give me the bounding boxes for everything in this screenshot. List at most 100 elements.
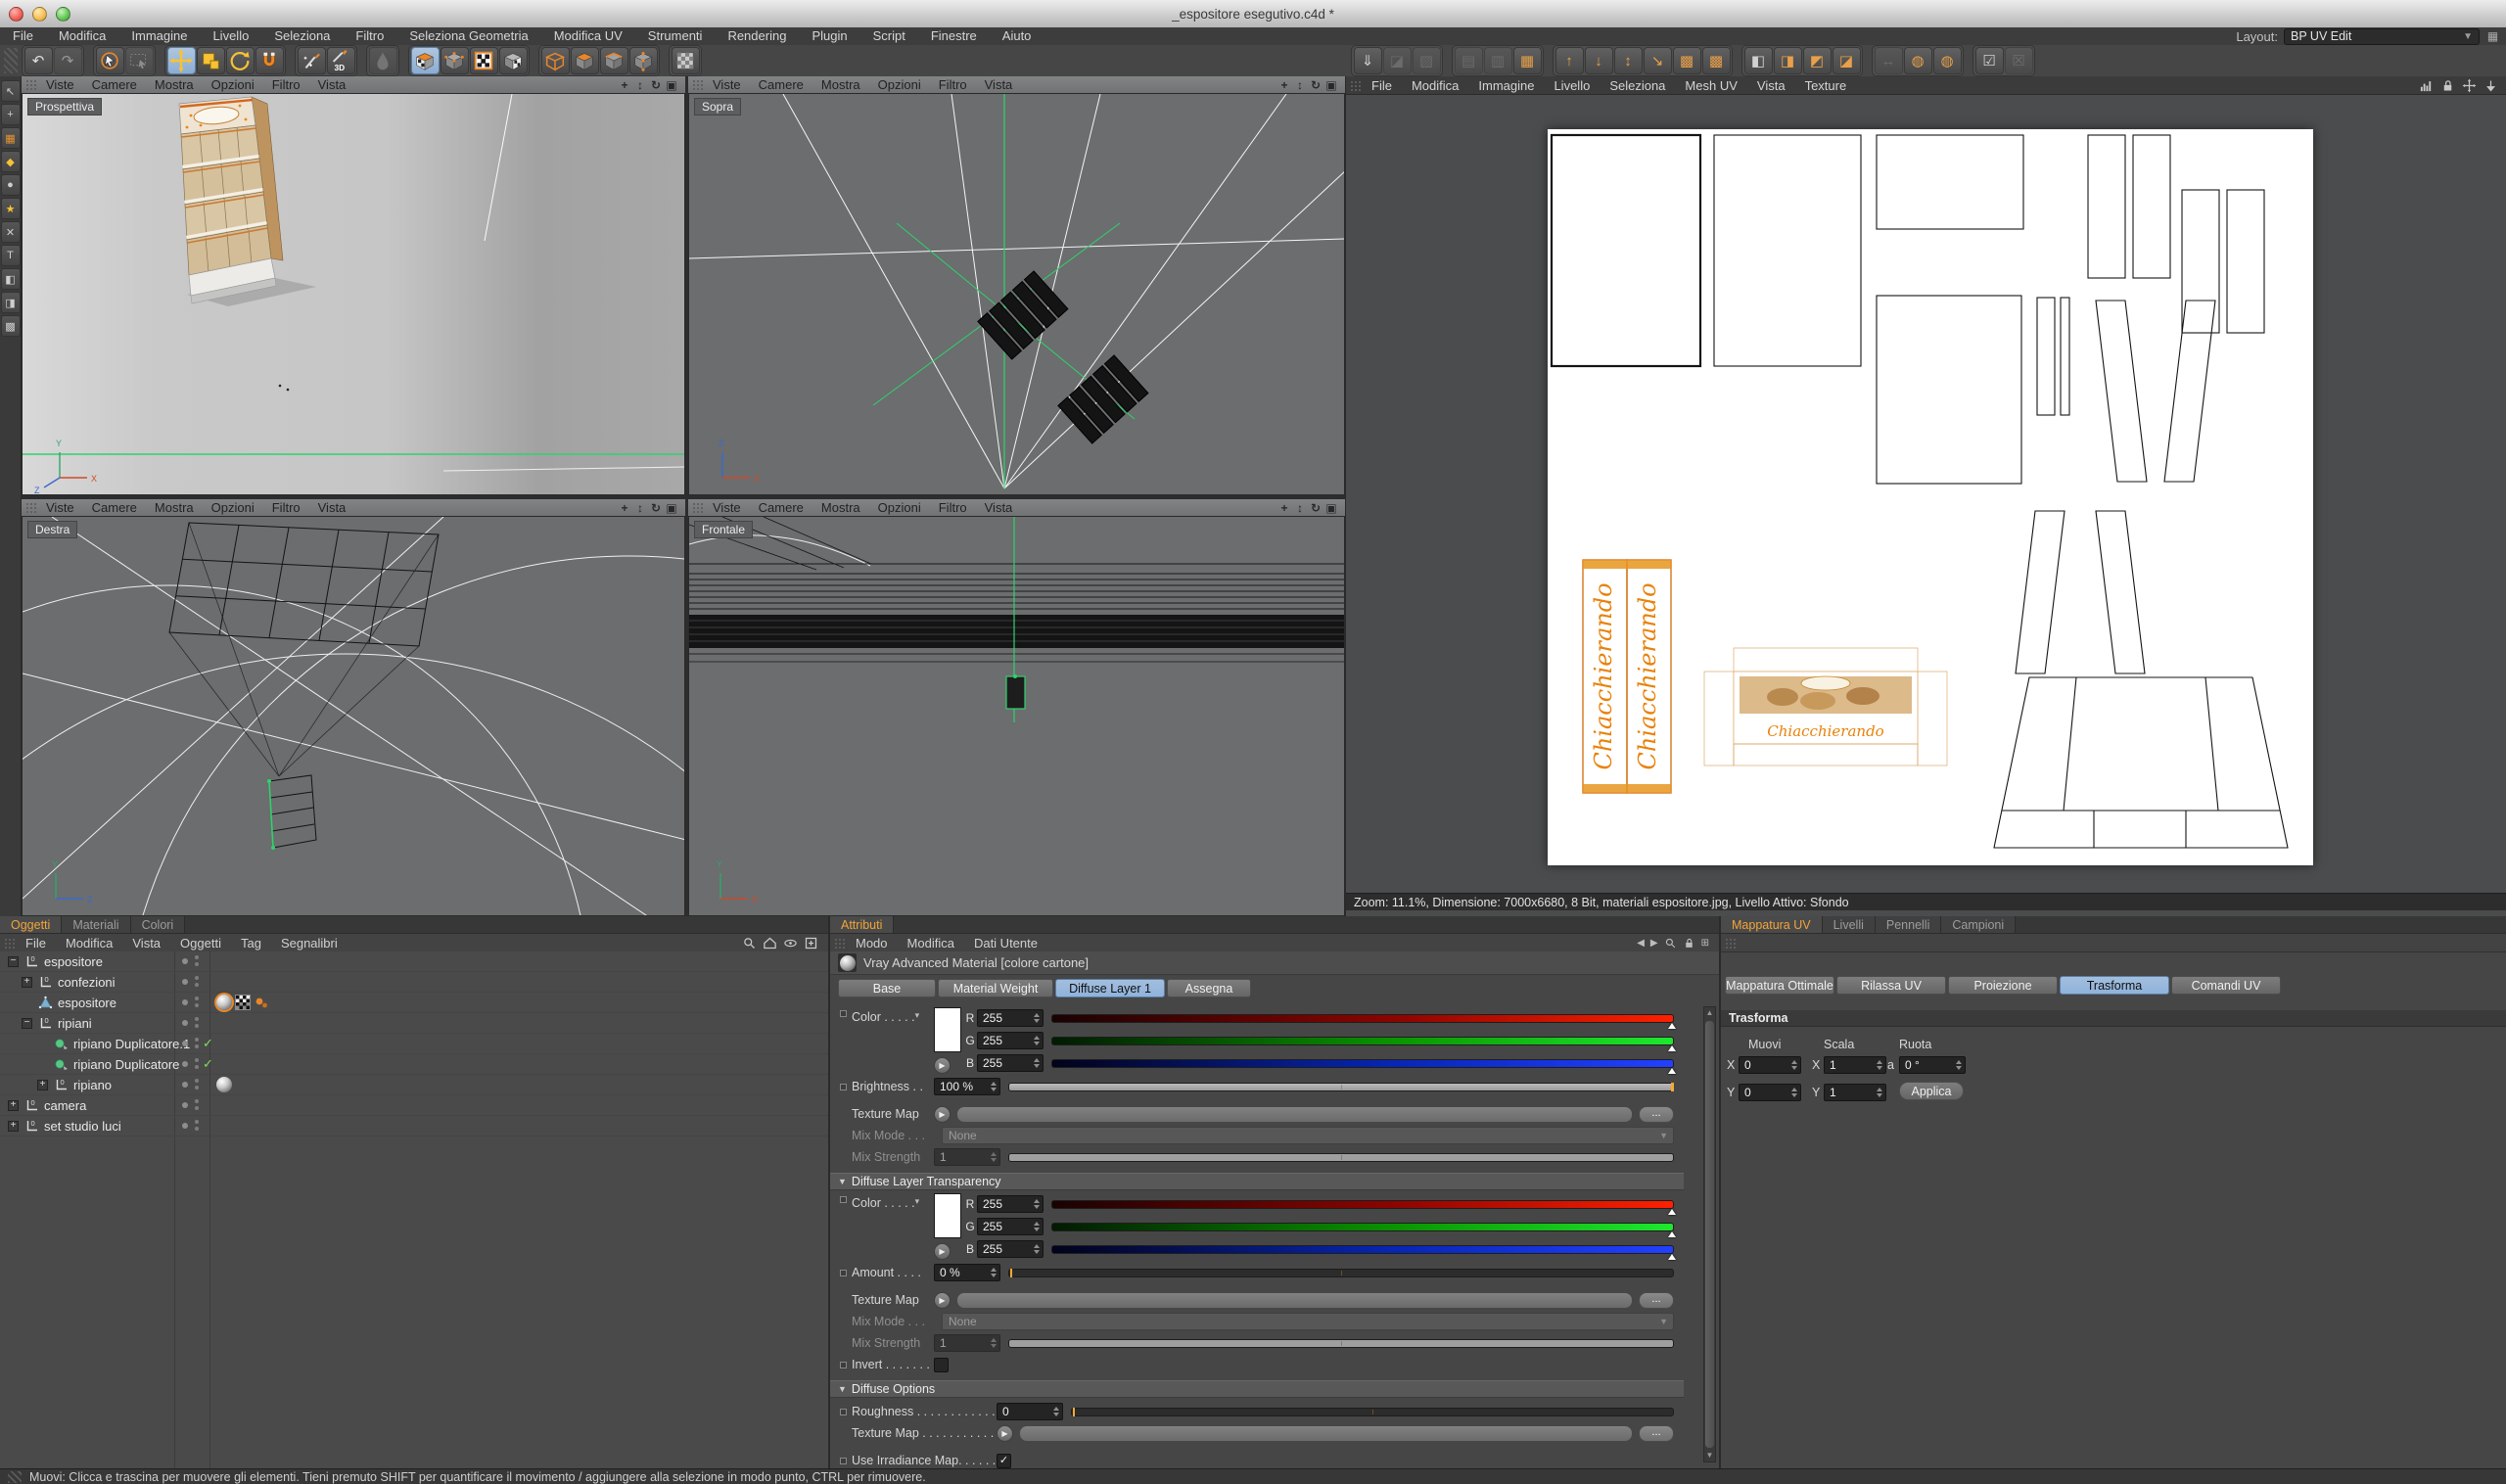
dock-down-arrow-icon[interactable] <box>2483 78 2498 93</box>
panel-drag-handle[interactable] <box>1725 938 1737 949</box>
expand-arrow-button[interactable]: ▶ <box>997 1425 1013 1442</box>
editor-visibility-dot[interactable] <box>182 979 188 985</box>
vp-menu-viste[interactable]: Viste <box>704 77 750 92</box>
uv-point-cube-icon[interactable] <box>441 47 469 74</box>
pattern-tool-icon[interactable]: ▩ <box>1 315 21 337</box>
b-slider[interactable] <box>1051 1059 1674 1068</box>
brightness-slider[interactable] <box>1008 1083 1674 1091</box>
tab-diffuse-layer-1[interactable]: Diffuse Layer 1 <box>1055 979 1165 997</box>
vp-menu-opzioni[interactable]: Opzioni <box>869 77 930 92</box>
uv-rows-icon[interactable]: ▤ <box>1455 47 1483 74</box>
ruota-field[interactable] <box>1899 1056 1966 1074</box>
tab-campioni[interactable]: Campioni <box>1941 916 2016 933</box>
tab-materiali[interactable]: Materiali <box>62 916 130 933</box>
g-slider[interactable] <box>1051 1037 1674 1045</box>
pan-view-icon[interactable]: + <box>1276 78 1292 92</box>
spinner-icon[interactable] <box>1034 1222 1040 1231</box>
zoom-view-icon[interactable]: ↕ <box>1292 501 1308 515</box>
uv-maximize-icon[interactable]: ▩ <box>1702 47 1731 74</box>
new-panel-icon[interactable]: ⊞ <box>1701 938 1709 949</box>
roughness-slider[interactable] <box>1071 1408 1674 1416</box>
uv-relax-border-icon[interactable]: ◍ <box>1933 47 1962 74</box>
maximize-view-icon[interactable]: ▣ <box>664 78 679 92</box>
mask-tool-icon[interactable]: ◨ <box>1 292 21 313</box>
tree-row-ripiani[interactable]: − 0 ripiani <box>0 1013 828 1034</box>
scroll-up-icon[interactable]: ▲ <box>1706 1007 1714 1019</box>
animation-dot[interactable] <box>840 1084 847 1090</box>
material-tag[interactable] <box>216 1077 232 1092</box>
section-diffuse-layer-transparency[interactable]: ▼ Diffuse Layer Transparency <box>830 1173 1684 1190</box>
menu-seleziona-geometria[interactable]: Seleziona Geometria <box>396 27 540 45</box>
scroll-down-icon[interactable]: ▼ <box>1706 1450 1714 1461</box>
amount-field[interactable] <box>934 1264 1000 1281</box>
uv-move-down-icon[interactable]: ↓ <box>1585 47 1613 74</box>
spinner-icon[interactable] <box>1877 1088 1882 1097</box>
viewport-drag-handle[interactable] <box>25 79 37 90</box>
menu-script[interactable]: Script <box>860 27 918 45</box>
render-visibility-dots[interactable] <box>195 1038 199 1042</box>
vp-menu-camere[interactable]: Camere <box>83 500 146 515</box>
render-visibility-dots[interactable] <box>195 1058 199 1062</box>
enabled-check-icon[interactable]: ✓ <box>203 1056 213 1072</box>
render-visibility-dots[interactable] <box>195 997 199 1000</box>
tab-colori[interactable]: Colori <box>131 916 186 933</box>
r-value-field[interactable] <box>977 1195 1044 1213</box>
mix-strength-slider[interactable] <box>1008 1339 1674 1348</box>
spinner-icon[interactable] <box>1791 1088 1797 1097</box>
render-visibility-dots[interactable] <box>195 955 199 959</box>
point-mode-cube-icon[interactable] <box>629 47 658 74</box>
vp-menu-filtro[interactable]: Filtro <box>263 77 309 92</box>
uv-polygon-paint-cube-icon[interactable] <box>411 47 440 74</box>
menu-plugin[interactable]: Plugin <box>799 27 859 45</box>
history-back-icon[interactable]: ◀ <box>1637 938 1645 949</box>
spinner-icon[interactable] <box>1053 1407 1059 1416</box>
tree-row-espositore[interactable]: − 0 espositore <box>0 951 828 972</box>
fill-tool-icon[interactable]: ◆ <box>1 151 21 172</box>
b-slider[interactable] <box>1051 1245 1674 1254</box>
zoom-view-icon[interactable]: ↕ <box>632 501 648 515</box>
animation-dot[interactable] <box>840 1270 847 1276</box>
uv-move-up-icon[interactable]: ↑ <box>1555 47 1584 74</box>
text-tool-icon[interactable]: T <box>1 245 21 266</box>
render-visibility-dots[interactable] <box>195 1079 199 1083</box>
uv-columns-icon[interactable]: ▥ <box>1484 47 1512 74</box>
vp-menu-filtro[interactable]: Filtro <box>930 77 976 92</box>
render-visibility-dots[interactable] <box>195 1120 199 1124</box>
vp-menu-opzioni[interactable]: Opzioni <box>869 500 930 515</box>
collapse-icon[interactable]: − <box>22 1018 32 1029</box>
vp-menu-camere[interactable]: Camere <box>83 77 146 92</box>
tab-material-weight[interactable]: Material Weight <box>938 979 1053 997</box>
lock-icon[interactable] <box>2440 78 2455 93</box>
expand-icon[interactable]: + <box>8 1100 19 1111</box>
tree-row-ripiano-duplicatore-1[interactable]: + ripiano Duplicatore.1 ✓ <box>0 1034 828 1054</box>
chevron-down-icon[interactable]: ▾ <box>915 1196 920 1260</box>
maximize-view-icon[interactable]: ▣ <box>1323 78 1339 92</box>
tab-pennelli[interactable]: Pennelli <box>1876 916 1941 933</box>
uv-checker-dim-icon[interactable]: ▨ <box>1413 47 1441 74</box>
attr-menu-modifica[interactable]: Modifica <box>898 936 964 951</box>
brightness-field[interactable] <box>934 1078 1000 1095</box>
r-value-field[interactable] <box>977 1009 1044 1027</box>
spinner-icon[interactable] <box>1034 1244 1040 1254</box>
histogram-icon[interactable] <box>2419 78 2434 93</box>
tab-livelli[interactable]: Livelli <box>1823 916 1876 933</box>
vp-menu-filtro[interactable]: Filtro <box>263 500 309 515</box>
obj-menu-vista[interactable]: Vista <box>122 936 170 951</box>
vp-menu-vista[interactable]: Vista <box>976 500 1022 515</box>
panel-drag-handle[interactable] <box>1350 80 1362 91</box>
polygon-mode-cube-icon[interactable] <box>571 47 599 74</box>
applica-button[interactable]: Applica <box>1899 1082 1964 1100</box>
vp-menu-mostra[interactable]: Mostra <box>146 77 203 92</box>
vp-menu-viste[interactable]: Viste <box>37 77 83 92</box>
tree-row-espositore-mesh[interactable]: + espositore <box>0 993 828 1013</box>
layout-dropdown[interactable]: BP UV Edit ▼ <box>2284 28 2480 45</box>
editor-visibility-dot[interactable] <box>182 1082 188 1088</box>
section-diffuse-options[interactable]: ▼ Diffuse Options <box>830 1380 1684 1398</box>
attributes-scrollbar[interactable]: ▲ ▼ <box>1703 1006 1716 1462</box>
lock-icon[interactable] <box>1683 937 1695 950</box>
animation-dot[interactable] <box>840 1010 847 1017</box>
tab-mappatura-uv[interactable]: Mappatura UV <box>1721 916 1823 933</box>
live-selection-icon[interactable] <box>96 47 124 74</box>
tex-menu-immagine[interactable]: Immagine <box>1468 78 1544 93</box>
panel-drag-handle[interactable] <box>4 938 16 949</box>
